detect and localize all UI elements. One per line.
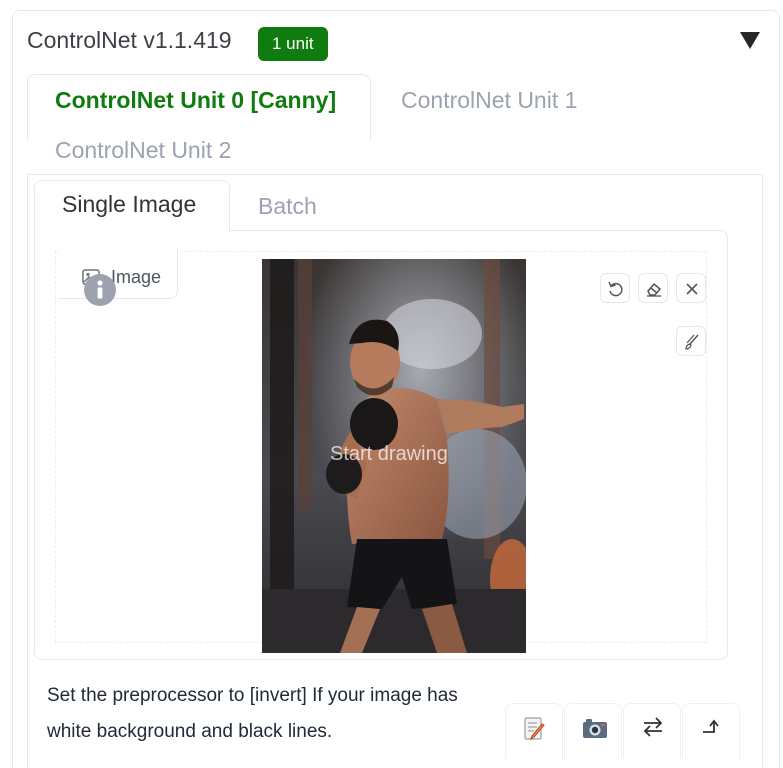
triangle-down-icon[interactable]: [739, 29, 761, 51]
undo-icon[interactable]: [600, 273, 630, 303]
close-icon[interactable]: [676, 273, 706, 303]
tab-controlnet-unit-2[interactable]: ControlNet Unit 2: [55, 137, 231, 164]
canvas-hint: Start drawing: [330, 443, 448, 465]
image-input-label: Image: [58, 247, 178, 299]
tab-single-image[interactable]: Single Image: [34, 180, 230, 232]
tab-controlnet-unit-0[interactable]: ControlNet Unit 0 [Canny]: [27, 74, 371, 140]
tab-batch[interactable]: Batch: [258, 193, 317, 220]
brush-icon[interactable]: [676, 326, 706, 356]
eraser-icon[interactable]: [638, 273, 668, 303]
edit-icon[interactable]: [505, 703, 563, 759]
preprocessor-hint: Set the preprocessor to [invert] If your…: [47, 685, 458, 742]
info-icon[interactable]: [84, 274, 116, 306]
image-label-text: Image: [111, 267, 162, 287]
swap-icon[interactable]: [623, 703, 681, 759]
unit-count-badge: 1 unit: [258, 27, 328, 61]
camera-icon[interactable]: [564, 703, 622, 759]
controlnet-page: ControlNet v1.1.419 1 unit ControlNet Un…: [0, 0, 783, 768]
panel-title: ControlNet v1.1.419: [27, 27, 232, 53]
send-icon[interactable]: [682, 703, 740, 759]
tab-controlnet-unit-1[interactable]: ControlNet Unit 1: [401, 87, 577, 114]
